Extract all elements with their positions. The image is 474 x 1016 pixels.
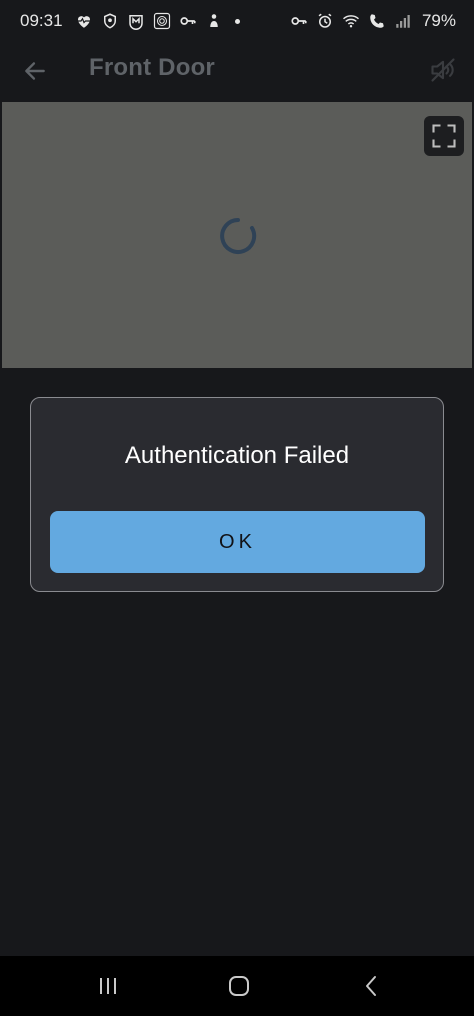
fullscreen-icon <box>432 124 456 148</box>
key-icon <box>179 12 197 30</box>
recents-icon <box>100 978 116 994</box>
alarm-icon <box>316 12 334 30</box>
nav-back-button[interactable] <box>352 970 392 1002</box>
fullscreen-button[interactable] <box>424 116 464 156</box>
back-icon <box>366 976 376 996</box>
notification-dot <box>234 18 240 24</box>
back-button[interactable] <box>18 54 52 88</box>
recents-button[interactable] <box>88 970 128 1002</box>
wifi-icon <box>342 12 360 30</box>
speaker-muted-icon <box>431 58 455 82</box>
shield-icon <box>101 12 119 30</box>
call-icon <box>368 12 386 30</box>
mute-button[interactable] <box>426 53 460 87</box>
status-time: 09:31 <box>20 11 63 30</box>
home-icon <box>229 976 249 996</box>
app-bar: Front Door <box>0 42 474 98</box>
page-title: Front Door <box>89 54 215 81</box>
key-icon <box>290 12 308 30</box>
home-button[interactable] <box>219 970 259 1002</box>
status-right: 79% <box>290 11 456 31</box>
navigation-bar <box>0 956 474 1016</box>
loading-spinner-icon <box>220 218 257 254</box>
heart-pulse-icon <box>75 12 93 30</box>
fingerprint-icon <box>153 12 171 30</box>
dialog-title: Authentication Failed <box>124 442 350 469</box>
screen: 09:31 79% Front Door Authentication Fail… <box>0 0 474 1016</box>
arrow-left-icon <box>25 62 45 80</box>
m-badge-icon <box>127 12 145 30</box>
battery-percentage: 79% <box>421 11 456 30</box>
video-preview[interactable] <box>2 102 472 368</box>
status-bar: 09:31 79% <box>0 0 474 42</box>
status-left: 09:31 <box>20 11 240 31</box>
ok-button[interactable]: OK <box>50 511 425 573</box>
signal-icon <box>394 12 412 30</box>
auth-failed-dialog: Authentication Failed OK <box>30 397 444 592</box>
person-icon <box>205 12 223 30</box>
